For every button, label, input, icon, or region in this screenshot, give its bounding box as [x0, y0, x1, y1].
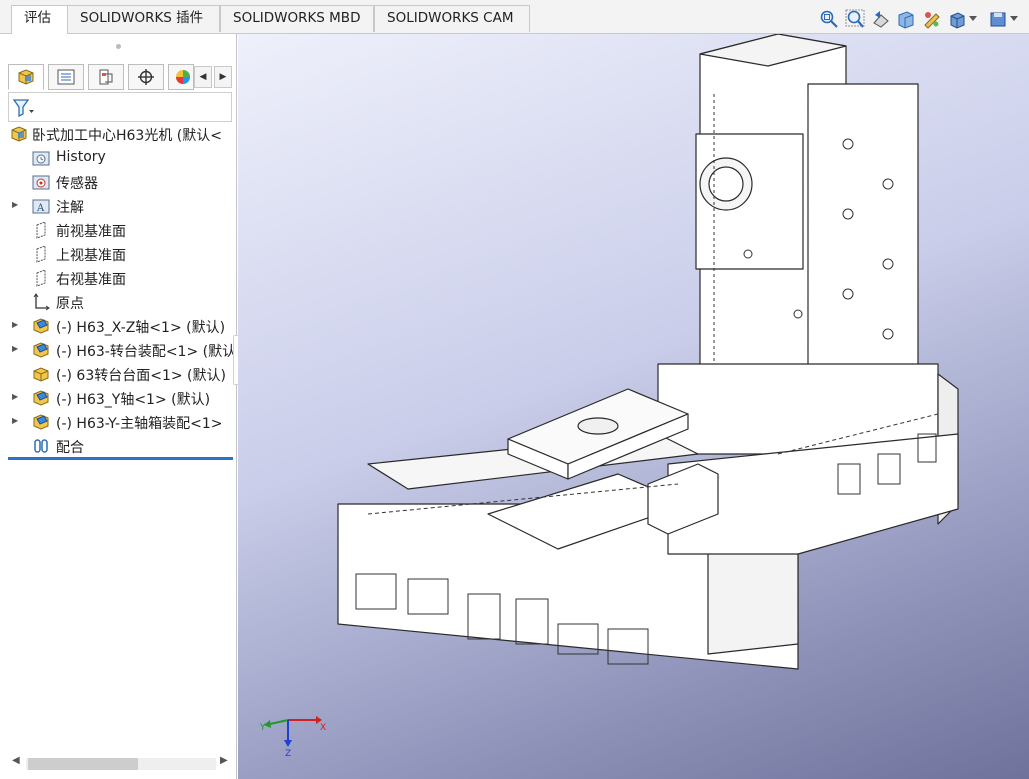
property-list-icon	[57, 69, 75, 85]
plane-icon	[36, 245, 46, 263]
tree-item-sensors[interactable]: 传感器	[0, 170, 236, 194]
subassembly-icon	[33, 390, 49, 406]
expand-arrow-icon[interactable]: ▶	[12, 344, 18, 353]
configuration-manager-tab[interactable]	[88, 64, 124, 90]
scroll-thumb[interactable]	[28, 758, 138, 770]
tree-item-subassembly[interactable]: ▶ (-) H63-转台装配<1> (默认	[0, 338, 237, 362]
scroll-left-icon[interactable]: ◀	[12, 755, 20, 766]
subassembly-icon	[33, 342, 49, 358]
command-manager-tabs: 评估 SOLIDWORKS 插件 SOLIDWORKS MBD SOLIDWOR…	[0, 0, 1029, 35]
tree-item-part[interactable]: (-) 63转台台面<1> (默认)	[0, 362, 236, 386]
tree-item-right-plane[interactable]: 右视基准面	[0, 266, 236, 290]
svg-text:A: A	[36, 203, 45, 214]
crosshair-icon	[138, 69, 154, 85]
tab-label: SOLIDWORKS MBD	[233, 10, 361, 26]
machine-model-drawing[interactable]	[238, 34, 1029, 779]
expand-arrow-icon[interactable]: ▶	[12, 392, 18, 401]
graphics-area[interactable]: X Y Z	[238, 34, 1029, 779]
tree-item-label: History	[56, 149, 106, 165]
expand-arrow-icon[interactable]: ▶	[12, 200, 18, 209]
subassembly-icon	[33, 414, 49, 430]
tab-scroll-left-button[interactable]: ◀	[194, 66, 212, 88]
tree-item-subassembly[interactable]: ▶ (-) H63_X-Z轴<1> (默认)	[0, 314, 236, 338]
rollback-bar[interactable]	[8, 457, 233, 460]
panel-grip[interactable]	[116, 44, 121, 49]
tree-item-label: 上视基准面	[56, 248, 126, 264]
tree-item-label: (-) H63_Y轴<1> (默认)	[56, 392, 211, 408]
sensor-folder-icon	[32, 175, 50, 190]
tree-item-label: (-) H63_X-Z轴<1> (默认)	[56, 320, 226, 336]
property-manager-tab[interactable]	[48, 64, 84, 90]
filter-icon	[13, 99, 34, 117]
tab-solidworks-cam[interactable]: SOLIDWORKS CAM	[374, 5, 530, 32]
expand-arrow-icon[interactable]: ▶	[12, 320, 18, 329]
tab-solidworks-mbd[interactable]: SOLIDWORKS MBD	[220, 5, 374, 32]
subassembly-icon	[33, 318, 49, 334]
tree-root-assembly[interactable]: 卧式加工中心H63光机 (默认<	[0, 122, 236, 146]
column-right-face	[807, 83, 919, 385]
tab-scroll-right-button[interactable]: ▶	[214, 66, 232, 88]
tree-item-label: (-) 63转台台面<1> (默认)	[56, 368, 226, 384]
tree-item-subassembly[interactable]: ▶ (-) H63_Y轴<1> (默认)	[0, 386, 236, 410]
scroll-right-icon[interactable]: ▶	[220, 755, 228, 766]
tree-item-subassembly[interactable]: ▶ (-) H63-Y-主轴箱装配<1>	[0, 410, 236, 434]
configuration-icon	[99, 69, 113, 85]
tree-item-label: 配合	[56, 440, 84, 456]
triad-x-label: X	[320, 723, 326, 733]
tree-item-label: (-) H63-Y-主轴箱装配<1>	[56, 416, 223, 432]
origin-icon	[33, 293, 50, 311]
tab-solidworks-addins[interactable]: SOLIDWORKS 插件	[67, 5, 220, 32]
tree-item-label: 原点	[56, 296, 84, 312]
tree-item-label: 传感器	[56, 176, 98, 192]
assembly-icon	[11, 126, 27, 142]
part-icon	[33, 367, 49, 382]
tree-item-history[interactable]: History	[0, 146, 236, 170]
display-manager-tab[interactable]	[168, 64, 194, 90]
tree-filter[interactable]	[8, 92, 232, 122]
tree-item-front-plane[interactable]: 前视基准面	[0, 218, 236, 242]
triad-y-label: Y	[260, 723, 266, 733]
history-folder-icon	[32, 151, 50, 166]
tab-label: SOLIDWORKS 插件	[80, 10, 204, 26]
tree-root-label: 卧式加工中心H63光机 (默认<	[32, 128, 222, 144]
tab-label: SOLIDWORKS CAM	[387, 10, 514, 26]
tree-item-mates[interactable]: 配合	[0, 434, 236, 458]
horizontal-scrollbar[interactable]: ◀ ▶	[8, 752, 232, 774]
mates-icon	[34, 439, 48, 453]
annotation-folder-icon: A	[32, 199, 50, 214]
expand-arrow-icon[interactable]: ▶	[12, 416, 18, 425]
plane-icon	[36, 269, 46, 287]
triad-z-label: Z	[285, 749, 291, 758]
tree-item-label: 前视基准面	[56, 224, 126, 240]
feature-manager-panel: ◀ ▶ 卧式加工中心H63光机 (默认< History 传感器 ▶ A 注解 …	[0, 34, 237, 779]
assembly-cube-icon	[18, 69, 34, 85]
tree-item-label: 注解	[56, 200, 84, 216]
plane-icon	[36, 221, 46, 239]
reference-triad: X Y Z	[260, 716, 326, 758]
tab-label: 评估	[24, 10, 51, 26]
tree-item-label: (-) H63-转台装配<1> (默认	[56, 344, 237, 360]
tree-item-annotations[interactable]: ▶ A 注解	[0, 194, 236, 218]
dimxpert-manager-tab[interactable]	[128, 64, 164, 90]
manager-tabs: ◀ ▶	[8, 64, 234, 90]
tab-evaluate[interactable]: 评估	[11, 5, 68, 35]
feature-manager-tab[interactable]	[8, 64, 44, 90]
color-wheel-icon	[176, 70, 190, 84]
tree-item-top-plane[interactable]: 上视基准面	[0, 242, 236, 266]
tree-item-origin[interactable]: 原点	[0, 290, 236, 314]
tree-item-label: 右视基准面	[56, 272, 126, 288]
